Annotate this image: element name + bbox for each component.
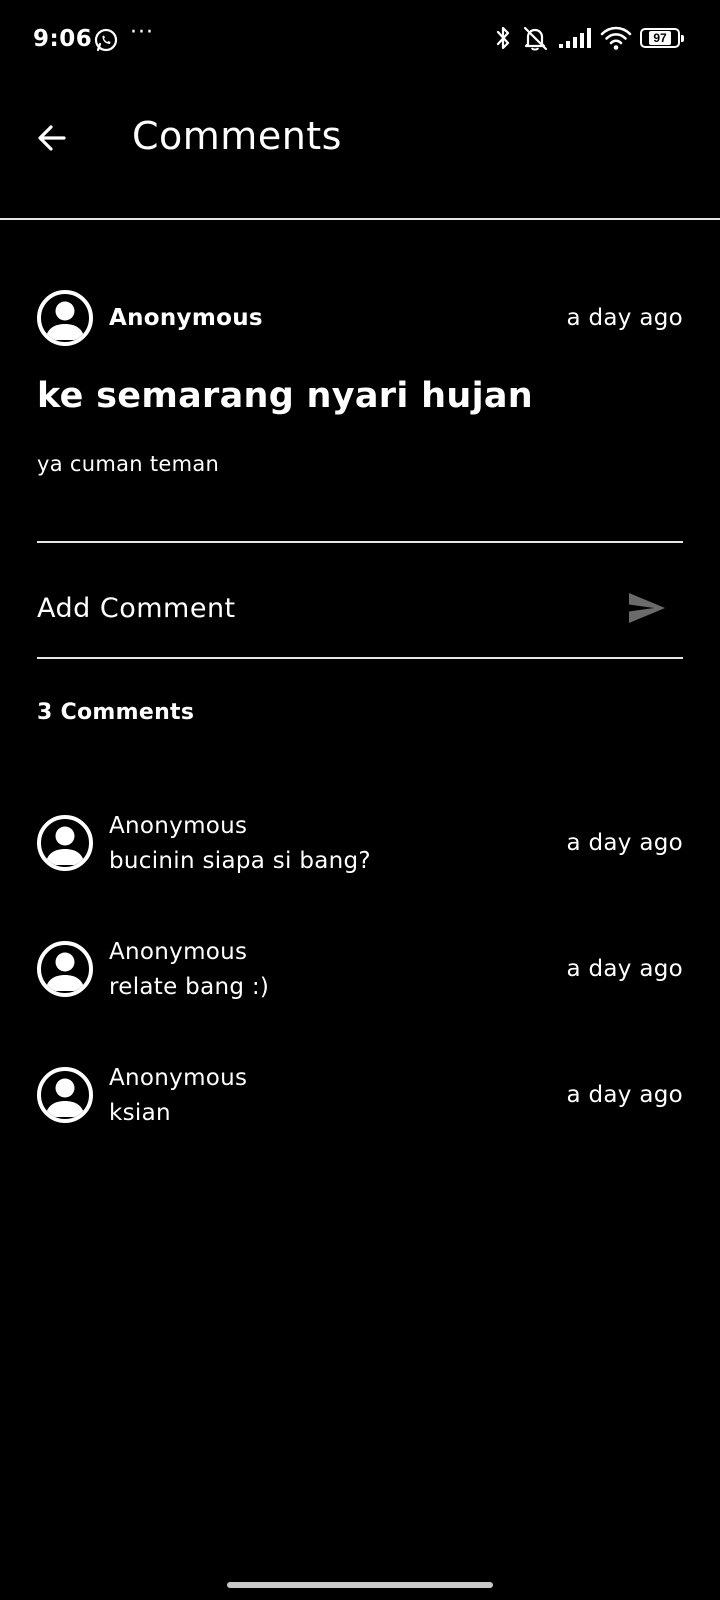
home-indicator[interactable] [227, 1582, 493, 1588]
avatar [37, 941, 93, 997]
send-icon [629, 593, 665, 623]
post: Anonymous a day ago ke semarang nyari hu… [37, 290, 683, 476]
comment-text: Anonymous ksian [109, 1063, 567, 1128]
person-icon [45, 952, 85, 991]
person-icon [45, 1078, 85, 1117]
person-icon [45, 301, 85, 340]
page-title: Comments [132, 114, 342, 158]
person-icon [45, 826, 85, 865]
avatar [37, 1067, 93, 1123]
wifi-icon [600, 25, 632, 51]
back-button[interactable] [34, 120, 70, 156]
battery-icon: 97 [640, 28, 684, 48]
comment-author: Anonymous [109, 1064, 248, 1091]
comment-body: ksian [109, 1099, 171, 1126]
comment-author: Anonymous [109, 938, 248, 965]
comment-body: bucinin siapa si bang? [109, 847, 371, 874]
avatar [37, 290, 93, 346]
send-button[interactable] [623, 584, 671, 632]
avatar [37, 815, 93, 871]
add-comment-input[interactable] [37, 592, 623, 624]
comment-text: Anonymous relate bang :) [109, 937, 567, 1002]
battery-level: 97 [649, 31, 671, 45]
status-icons: 97 [494, 24, 684, 52]
whatsapp-icon [93, 27, 119, 53]
comment-timestamp: a day ago [566, 1082, 683, 1108]
divider [37, 541, 683, 543]
comment-text: Anonymous bucinin siapa si bang? [109, 811, 567, 876]
comment-timestamp: a day ago [566, 830, 683, 856]
comment-body: relate bang :) [109, 973, 270, 1000]
bluetooth-icon [494, 24, 512, 52]
post-header: Anonymous a day ago [37, 290, 683, 346]
post-author: Anonymous [109, 305, 263, 331]
comment-timestamp: a day ago [566, 956, 683, 982]
status-bar: 9:06 ··· 97 [0, 0, 720, 80]
muted-bell-icon [520, 24, 550, 52]
app-bar: Comments [0, 80, 720, 220]
list-item: Anonymous bucinin siapa si bang? a day a… [37, 798, 683, 888]
comment-list: Anonymous bucinin siapa si bang? a day a… [37, 798, 683, 1176]
status-time: 9:06 [33, 26, 93, 52]
post-body: ya cuman teman [37, 452, 220, 476]
post-timestamp: a day ago [566, 305, 683, 331]
list-item: Anonymous ksian a day ago [37, 1050, 683, 1140]
divider [37, 657, 683, 659]
comment-author: Anonymous [109, 812, 248, 839]
signal-icon [558, 27, 592, 49]
add-comment-bar [37, 572, 683, 644]
arrow-back-icon [38, 125, 66, 151]
comments-count: 3 Comments [37, 700, 195, 725]
post-title: ke semarang nyari hujan [37, 376, 534, 416]
list-item: Anonymous relate bang :) a day ago [37, 924, 683, 1014]
more-notifications-icon: ··· [130, 20, 154, 45]
